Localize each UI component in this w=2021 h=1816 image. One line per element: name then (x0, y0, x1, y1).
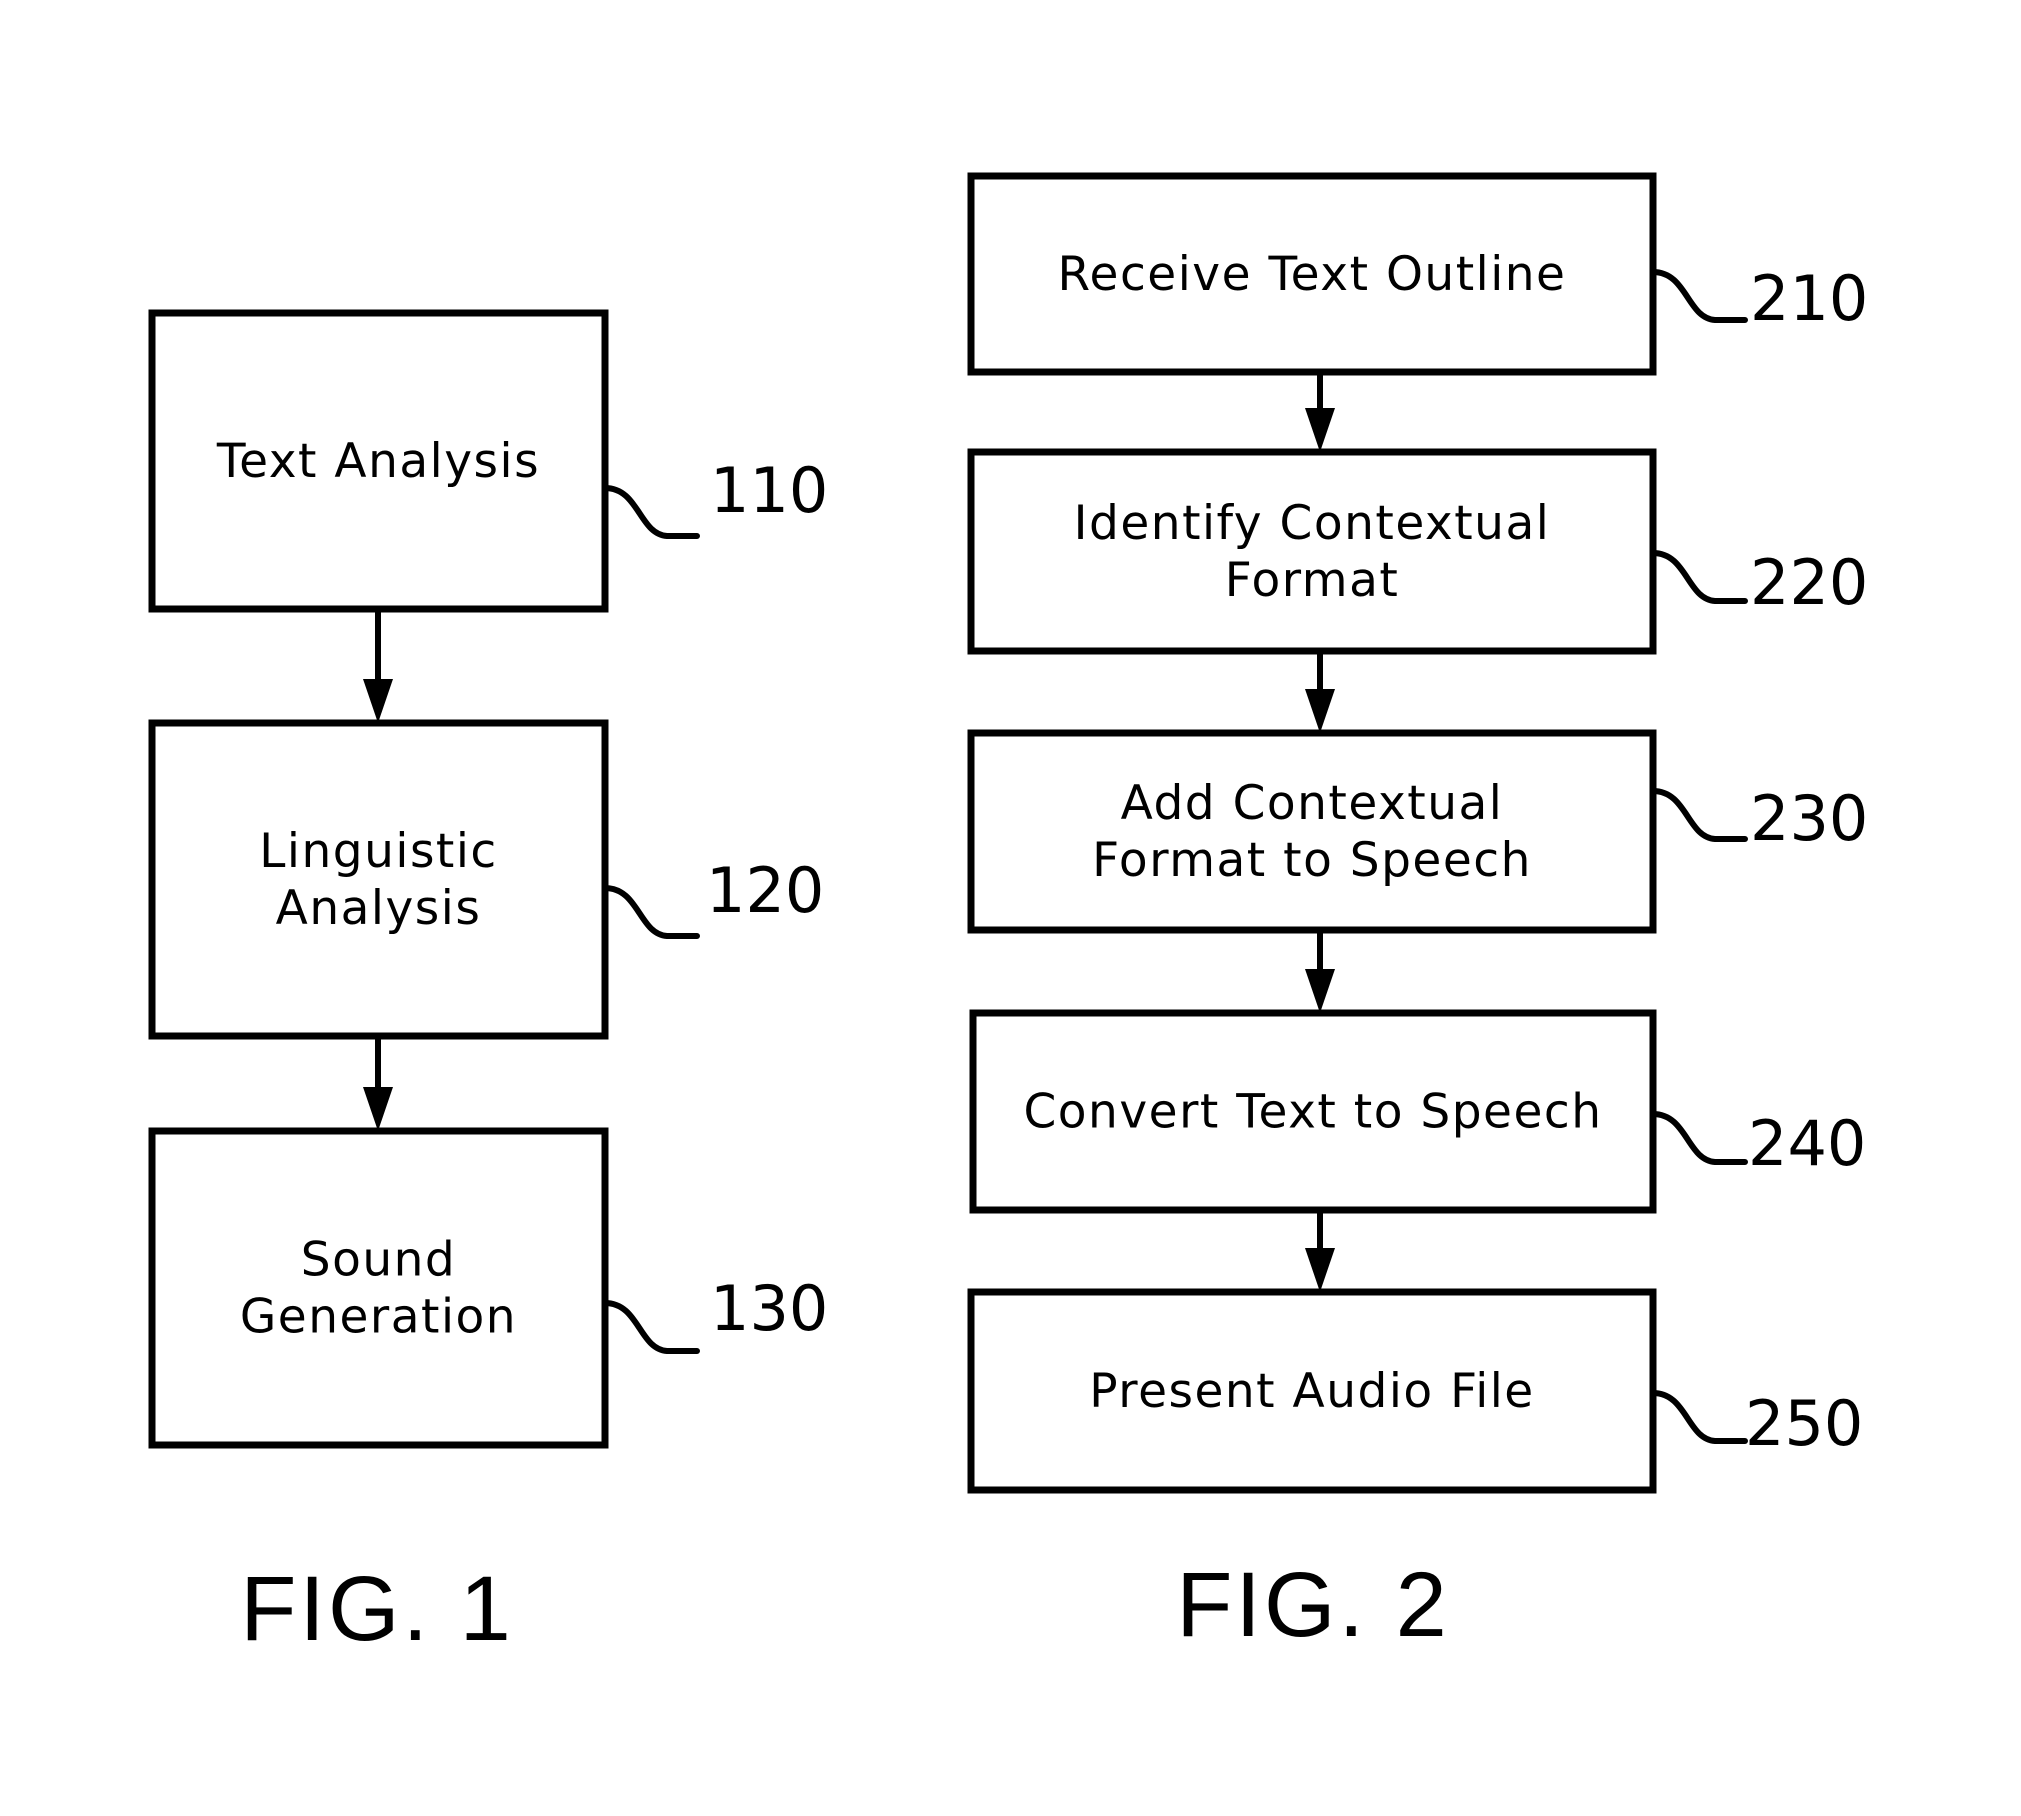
reference-leader-line (1650, 550, 1748, 604)
process-box-label: Analysis (276, 881, 482, 936)
reference-leader-line (1650, 1390, 1748, 1444)
reference-number: 120 (706, 854, 824, 927)
process-box-outline[interactable] (148, 719, 609, 1040)
flow-arrow-head (1305, 969, 1335, 1013)
flow-arrow (1305, 651, 1335, 733)
process-box-label: Convert Text to Speech (1023, 1085, 1602, 1140)
reference-number: 110 (710, 454, 828, 527)
process-box-label: Present Audio File (1089, 1364, 1534, 1419)
reference-number: 240 (1748, 1107, 1866, 1180)
process-box-label: Format to Speech (1092, 833, 1532, 888)
flow-arrow (1305, 372, 1335, 452)
flow-arrow-head (1305, 408, 1335, 452)
process-box-label: Sound (301, 1233, 457, 1288)
process-box-label: Format (1225, 553, 1400, 608)
reference-number: 230 (1750, 782, 1868, 855)
patent-figure-sheet: Text Analysis 110 Linguistic Analysis 120 Sou… (0, 0, 2021, 1816)
flow-arrow (1305, 930, 1335, 1013)
reference-leader-line (1650, 788, 1748, 842)
reference-number: 220 (1750, 546, 1868, 619)
figures-group: Text Analysis 110 LinguisticAnalysis 120 Sou… (148, 172, 1868, 1660)
reference-leader-line (602, 485, 700, 539)
process-box: Identify ContextualFormat 220 (967, 448, 1868, 655)
process-box-label: Receive Text Outline (1058, 247, 1567, 302)
process-box-label: Generation (240, 1290, 517, 1345)
reference-leader-line (602, 885, 700, 939)
flow-arrow-head (1305, 1248, 1335, 1292)
flow-arrow-head (363, 679, 393, 723)
process-box-label: Add Contextual (1121, 776, 1504, 831)
reference-number: 130 (710, 1272, 828, 1345)
reference-leader-line (1650, 1111, 1748, 1165)
process-box: SoundGeneration 130 (148, 1127, 828, 1449)
figure-caption: FIG. 2 (1176, 1554, 1450, 1656)
process-box-outline[interactable] (967, 448, 1657, 655)
figures-canvas: Text Analysis 110 LinguisticAnalysis 120 Sou… (148, 172, 1868, 1660)
flow-arrow (363, 609, 393, 723)
process-box-outline[interactable] (148, 1127, 609, 1449)
figure-1: Text Analysis 110 LinguisticAnalysis 120 Sou… (148, 309, 828, 1660)
reference-leader-line (602, 1300, 700, 1354)
flow-arrow (363, 1036, 393, 1131)
process-box: LinguisticAnalysis 120 (148, 719, 824, 1040)
process-box-outline[interactable] (967, 729, 1657, 934)
process-box: Present Audio File 250 (967, 1288, 1863, 1494)
process-box: Add ContextualFormat to Speech 230 (967, 729, 1868, 934)
process-box: Text Analysis 110 (148, 309, 828, 613)
flow-arrow-head (363, 1087, 393, 1131)
figure-2: Receive Text Outline 210 Identify Contextu… (967, 172, 1868, 1656)
figure-caption: FIG. 1 (240, 1558, 514, 1660)
flow-arrow-head (1305, 689, 1335, 733)
process-box-label: Identify Contextual (1074, 496, 1551, 551)
process-box: Convert Text to Speech 240 (969, 1009, 1866, 1214)
reference-number: 250 (1745, 1387, 1863, 1460)
process-box-label: Text Analysis (216, 434, 540, 489)
process-box-label: Linguistic (259, 824, 498, 879)
flow-arrow (1305, 1210, 1335, 1292)
reference-leader-line (1650, 269, 1748, 323)
process-box: Receive Text Outline 210 (967, 172, 1868, 376)
reference-number: 210 (1750, 262, 1868, 335)
